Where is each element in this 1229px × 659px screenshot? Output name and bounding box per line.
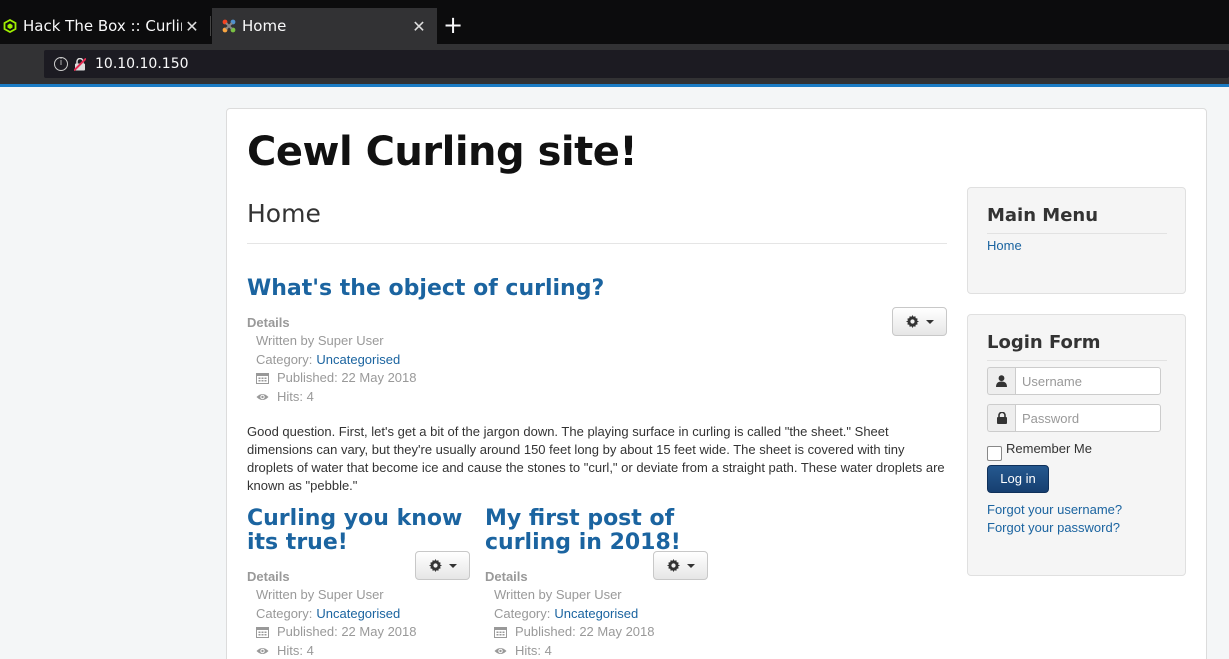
hits-text: Hits: 4 [277,642,314,658]
article-hits: Hits: 4 [256,642,471,659]
article-tools-button[interactable] [892,307,947,336]
article-published: Published: 22 May 2018 [256,369,947,388]
article-category: Category: Uncategorised [494,605,709,624]
gear-icon [666,559,680,572]
article-title[interactable]: Curling you know its true! [247,507,471,555]
url-text: 10.10.10.150 [95,56,189,72]
author-text: Written by Super User [494,587,622,602]
login-form-module: Login Form Remember Me Log in [967,314,1186,576]
details-label: Details [247,315,290,330]
article-item: My first post of curling in 2018! Detail… [485,507,709,659]
category-label: Category: [494,605,551,621]
article-category: Category: Uncategorised [256,605,471,624]
login-button[interactable]: Log in [987,465,1049,493]
page-container: Cewl Curling site! Home What's the objec… [226,108,1207,659]
tab-hack-the-box[interactable]: Hack The Box :: Curling ✕ [0,8,210,44]
published-text: Published: 22 May 2018 [277,624,417,639]
htb-favicon-icon [3,19,17,33]
category-link[interactable]: Uncategorised [316,605,400,624]
password-input[interactable] [1015,404,1161,432]
article-tools-button[interactable] [415,551,470,580]
lock-icon [987,404,1015,432]
article-body: Good question. First, let's get a bit of… [247,424,945,493]
gear-icon [905,315,919,328]
info-icon[interactable]: i [54,57,68,71]
tab-title: Home [242,17,287,35]
article-author: Written by Super User [494,586,709,605]
author-text: Written by Super User [256,587,384,602]
page-heading: Home [247,197,947,244]
password-group [987,404,1161,432]
article-published: Published: 22 May 2018 [494,623,709,642]
tab-home[interactable]: Home ✕ [212,8,437,44]
remember-me-label: Remember Me [1006,441,1092,456]
new-tab-button[interactable]: + [440,13,466,39]
published-text: Published: 22 May 2018 [277,370,417,385]
category-link[interactable]: Uncategorised [554,605,638,624]
article-hits: Hits: 4 [494,642,709,659]
chevron-down-icon [925,319,934,324]
article-hits: Hits: 4 [256,388,947,407]
hits-text: Hits: 4 [515,642,552,658]
category-link[interactable]: Uncategorised [316,351,400,370]
browser-tab-bar: Hack The Box :: Curling ✕ Home ✕ + [0,0,1229,44]
login-form-title: Login Form [987,332,1167,361]
close-tab-icon[interactable]: ✕ [182,17,202,36]
site-title[interactable]: Cewl Curling site! [247,129,638,175]
forgot-password-link[interactable]: Forgot your password? [987,520,1120,535]
article-published: Published: 22 May 2018 [256,623,471,642]
article-item: Curling you know its true! Details Writt… [247,507,471,659]
chevron-down-icon [448,563,457,568]
calendar-icon [256,627,269,639]
insecure-lock-icon[interactable] [74,57,86,71]
chevron-down-icon [686,563,695,568]
tab-separator [210,16,211,36]
eye-icon [256,647,269,654]
main-menu-title: Main Menu [987,205,1167,234]
eye-icon [494,647,507,654]
accent-line [0,84,1229,87]
main-content: Home What's the object of curling? Detai… [247,197,947,658]
username-group [987,367,1161,395]
forgot-username-link[interactable]: Forgot your username? [987,502,1122,517]
article-title[interactable]: What's the object of curling? [247,277,947,301]
remember-me-checkbox[interactable] [987,446,1002,461]
article-author: Written by Super User [256,586,471,605]
article-author: Written by Super User [256,332,947,351]
article-title[interactable]: My first post of curling in 2018! [485,507,709,555]
category-label: Category: [256,605,313,621]
calendar-icon [494,627,507,639]
close-tab-icon[interactable]: ✕ [409,17,429,36]
article-tools-button[interactable] [653,551,708,580]
url-bar[interactable]: i 10.10.10.150 [44,50,1229,78]
article-item: What's the object of curling? Details Wr… [247,277,947,495]
username-input[interactable] [1015,367,1161,395]
main-menu-module: Main Menu Home [967,187,1186,294]
browser-nav-bar: i 10.10.10.150 [0,44,1229,84]
menu-item-home[interactable]: Home [987,238,1022,253]
published-text: Published: 22 May 2018 [515,624,655,639]
hits-text: Hits: 4 [277,388,314,404]
author-text: Written by Super User [256,333,384,348]
remember-me: Remember Me [987,441,1092,461]
joomla-favicon-icon [222,19,236,33]
category-label: Category: [256,351,313,367]
calendar-icon [256,373,269,385]
tab-title: Hack The Box :: Curling [23,17,182,35]
article-category: Category: Uncategorised [256,351,947,370]
user-icon [987,367,1015,395]
gear-icon [428,559,442,572]
eye-icon [256,393,269,400]
